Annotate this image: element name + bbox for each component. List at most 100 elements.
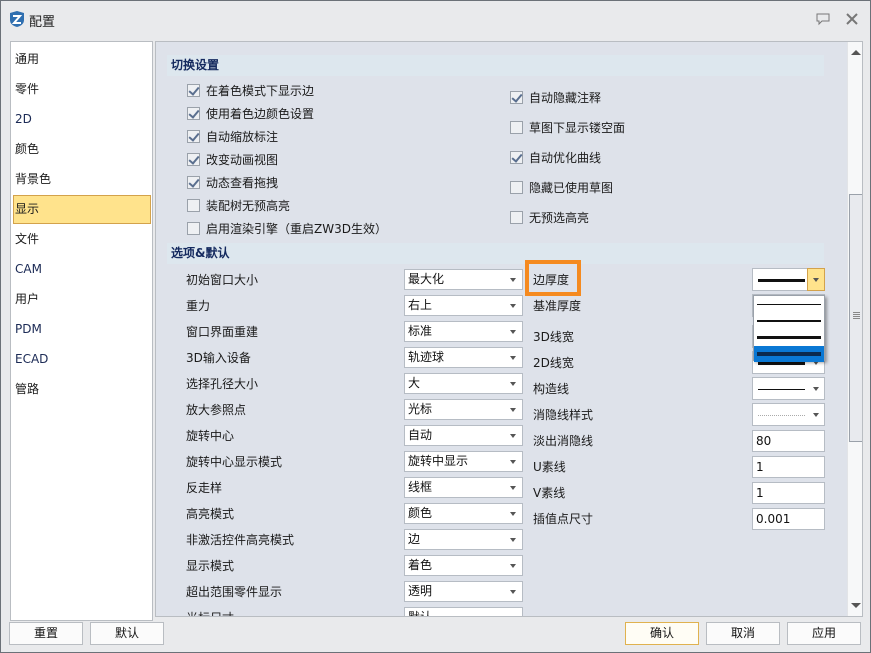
option-input[interactable] [752,430,825,452]
sidebar-item[interactable]: 背景色 [13,165,151,194]
option-combobox[interactable]: 边 [404,529,523,550]
line-style-combobox[interactable] [752,377,825,400]
sidebar-item[interactable]: PDM [13,315,151,344]
combobox-value: 自动 [408,428,433,442]
checkbox-row[interactable]: 使用着色边颜色设置 [187,103,314,123]
ok-button[interactable]: 确认 [625,622,699,645]
apply-button[interactable]: 应用 [787,622,861,645]
option-combobox[interactable]: 旋转中显示 [404,451,523,472]
checkbox[interactable] [510,210,523,224]
option-combobox[interactable]: 大 [404,373,523,394]
checkbox[interactable] [510,120,523,134]
sidebar-item[interactable]: 2D [13,105,151,134]
sidebar-item[interactable]: CAM [13,255,151,284]
option-combobox[interactable]: 光标 [404,399,523,420]
dropdown-option[interactable] [754,329,824,345]
chevron-down-icon [813,413,819,417]
checkbox[interactable] [187,152,200,166]
checkbox[interactable] [187,175,200,189]
combobox-value: 着色 [408,558,433,572]
option-label: 光标尺寸 [186,608,234,616]
scrollbar-thumb[interactable] [849,194,862,442]
checkbox-row[interactable]: 在着色模式下显示边 [187,80,314,100]
sidebar-item[interactable]: 零件 [13,75,151,104]
scroll-down-icon[interactable] [851,603,861,608]
checkbox[interactable] [187,221,200,235]
combobox-value: 最大化 [408,272,445,286]
checkbox-row[interactable]: 无预选高亮 [510,207,589,227]
chevron-down-icon [813,361,819,365]
combobox-value: 边 [408,532,421,546]
checkbox-row[interactable]: 启用渲染引擎（重启ZW3D生效） [187,218,387,238]
cancel-button[interactable]: 取消 [706,622,780,645]
sidebar-item[interactable]: 通用 [13,45,151,74]
option-label: 消隐线样式 [533,408,594,422]
checkbox-row[interactable]: 改变动画视图 [187,149,278,169]
dropdown-option[interactable] [754,345,824,362]
reset-button[interactable]: 重置 [9,622,83,645]
dropdown-button[interactable] [807,268,825,291]
option-input[interactable] [752,456,825,478]
option-combobox[interactable]: 着色 [404,555,523,576]
chevron-down-icon [510,382,516,386]
option-label: 3D输入设备 [186,351,251,365]
chevron-down-icon [510,512,516,516]
combobox-value: 旋转中显示 [408,454,469,468]
checkbox[interactable] [510,90,523,104]
line-style-combobox[interactable] [752,403,825,426]
option-label: 淡出消隐线 [533,434,594,448]
sidebar-item[interactable]: 文件 [13,225,151,254]
edge-thickness-dropdown-list [753,295,825,362]
chevron-down-icon [510,564,516,568]
dropdown-option[interactable] [754,313,824,329]
option-combobox[interactable]: 颜色 [404,503,523,524]
line-preview [757,336,821,339]
option-combobox[interactable]: 标准 [404,321,523,342]
checkbox-label: 草图下显示镂空面 [529,120,626,135]
checkbox[interactable] [187,129,200,143]
checkbox-label: 装配树无预高亮 [206,198,291,213]
checkbox[interactable] [510,180,523,194]
sidebar-item[interactable]: 用户 [13,285,151,314]
checkbox[interactable] [187,198,200,212]
checkbox-row[interactable]: 草图下显示镂空面 [510,117,625,137]
checkbox-row[interactable]: 自动缩放标注 [187,126,278,146]
option-combobox[interactable]: 默认 [404,607,523,617]
option-combobox[interactable]: 线框 [404,477,523,498]
option-label: 选择孔径大小 [186,377,259,391]
combobox-value: 默认 [408,610,433,617]
option-combobox[interactable]: 最大化 [404,269,523,290]
checkbox-row[interactable]: 隐藏已使用草图 [510,177,613,197]
chevron-down-icon [510,538,516,542]
line-style-combobox[interactable] [752,268,825,291]
dropdown-option[interactable] [754,296,824,312]
option-combobox[interactable]: 自动 [404,425,523,446]
checkbox-row[interactable]: 动态查看拖拽 [187,172,278,192]
sidebar-item[interactable]: 管路 [13,375,151,404]
option-combobox[interactable]: 透明 [404,581,523,602]
checkbox[interactable] [187,83,200,97]
checkbox[interactable] [187,106,200,120]
checkbox[interactable] [510,150,523,164]
default-button[interactable]: 默认 [90,622,164,645]
feedback-icon[interactable] [815,11,831,27]
checkbox-row[interactable]: 自动隐藏注释 [510,87,601,107]
scroll-up-icon[interactable] [851,50,861,55]
vertical-scrollbar[interactable] [847,42,862,616]
chevron-down-icon [510,356,516,360]
checkbox-row[interactable]: 装配树无预高亮 [187,195,290,215]
combobox-value: 大 [408,376,421,390]
close-icon[interactable] [844,11,860,27]
combobox-value: 透明 [408,584,433,598]
option-input[interactable] [752,482,825,504]
sidebar-item[interactable]: ECAD [13,345,151,374]
option-combobox[interactable]: 轨迹球 [404,347,523,368]
combobox-value: 线框 [408,480,433,494]
sidebar-item[interactable]: 颜色 [13,135,151,164]
option-combobox[interactable]: 右上 [404,295,523,316]
window-title: 配置 [29,15,56,30]
sidebar-item[interactable]: 显示 [13,195,151,224]
option-input[interactable] [752,508,825,530]
checkbox-row[interactable]: 自动优化曲线 [510,147,601,167]
option-label: 反走样 [186,481,223,495]
